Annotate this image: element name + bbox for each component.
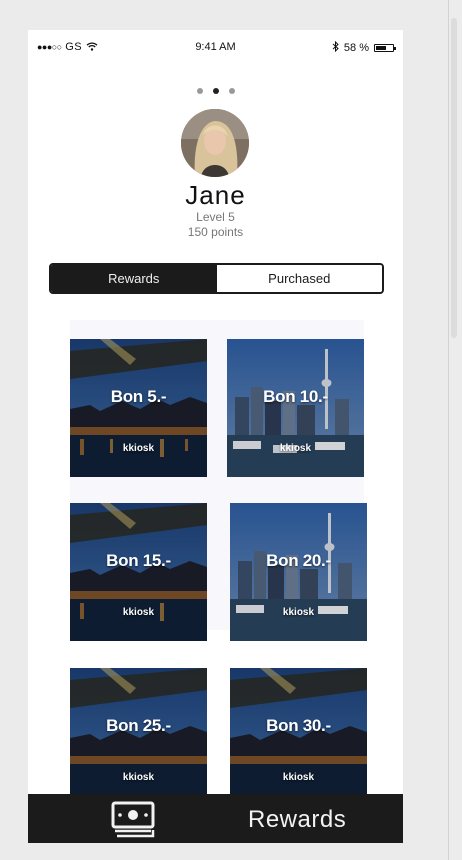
reward-card[interactable]: Bon 5.- kkiosk — [70, 339, 207, 477]
page-dot-active[interactable] — [212, 88, 219, 94]
profile-level: Level 5 — [196, 210, 235, 224]
city-bridge-night-image — [70, 339, 207, 477]
bluetooth-icon — [332, 40, 339, 55]
window-scrollbar-thumb[interactable] — [451, 18, 457, 338]
page-dot[interactable] — [228, 88, 235, 94]
profile-name: Jane — [185, 180, 246, 210]
skyline-harbor-image — [227, 339, 364, 477]
page-dot[interactable] — [196, 88, 203, 94]
reward-vendor: kkiosk — [279, 443, 312, 454]
reward-title: Bon 10.- — [263, 387, 328, 406]
reward-title: Bon 20.- — [266, 551, 331, 570]
skyline-harbor-image — [230, 503, 367, 641]
reward-title: Bon 15.- — [106, 551, 171, 570]
reward-title: Bon 25.- — [106, 716, 171, 735]
reward-card[interactable]: Bon 20.- kkiosk — [230, 503, 367, 641]
city-bridge-night-image — [230, 668, 367, 806]
reward-card[interactable]: Bon 10.- kkiosk — [227, 339, 364, 477]
reward-vendor: kkiosk — [282, 607, 315, 618]
bottom-tab-bar: Rewards — [28, 794, 403, 843]
battery-icon — [374, 44, 396, 52]
status-bar: ●●●○○ GS 9:41 AM 58 % — [28, 30, 403, 64]
tab-purchased[interactable]: Purchased — [216, 265, 382, 292]
money-icon[interactable] — [111, 801, 155, 843]
reward-card[interactable]: Bon 15.- kkiosk — [70, 503, 207, 641]
reward-title: Bon 5.- — [110, 387, 167, 406]
tab-bar-label[interactable]: Rewards — [248, 806, 346, 834]
profile-points: 150 points — [187, 225, 244, 239]
page-indicator[interactable] — [28, 88, 403, 94]
phone-screen: ●●●○○ GS 9:41 AM 58 % Jane Level 5 150 p… — [28, 30, 403, 843]
reward-card[interactable]: Bon 30.- kkiosk — [230, 668, 367, 806]
reward-title: Bon 30.- — [266, 716, 331, 735]
avatar[interactable] — [181, 109, 249, 177]
segmented-control: Rewards Purchased — [49, 263, 384, 294]
battery-percent: 58 % — [343, 42, 369, 54]
reward-vendor: kkiosk — [282, 772, 315, 783]
reward-card[interactable]: Bon 25.- kkiosk — [70, 668, 207, 806]
city-bridge-night-image — [70, 668, 207, 806]
reward-vendor: kkiosk — [122, 443, 155, 454]
tab-rewards[interactable]: Rewards — [51, 265, 217, 292]
reward-vendor: kkiosk — [122, 772, 155, 783]
status-right: 58 % — [332, 40, 396, 55]
reward-vendor: kkiosk — [122, 607, 155, 618]
city-bridge-night-image — [70, 503, 207, 641]
